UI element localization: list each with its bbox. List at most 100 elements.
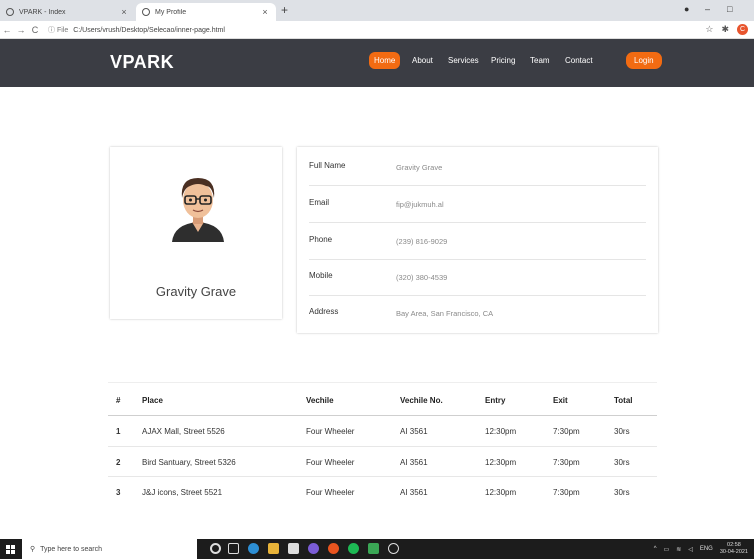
site-header: VPARK Home About Services Pricing Team C… bbox=[0, 39, 754, 87]
nav-contact[interactable]: Contact bbox=[565, 56, 593, 65]
browser-tab-my-profile[interactable]: My Profile × bbox=[136, 3, 276, 21]
detail-value: fip@jukmuh.al bbox=[396, 200, 444, 209]
detail-label: Phone bbox=[309, 235, 333, 244]
record-icon[interactable]: ● bbox=[684, 4, 689, 14]
language-indicator[interactable]: ENG bbox=[700, 546, 713, 552]
detail-row-address: Address Bay Area, San Francisco, CA bbox=[309, 295, 646, 332]
table-cell: Four Wheeler bbox=[306, 458, 355, 467]
table-row: 1 AJAX Mall, Street 5526 Four Wheeler AI… bbox=[108, 416, 657, 446]
taskbar-clock[interactable]: 02:58 30-04-2021 bbox=[720, 542, 748, 556]
column-header: Exit bbox=[553, 396, 568, 405]
detail-value: Gravity Grave bbox=[396, 163, 443, 172]
table-cell: 12:30pm bbox=[485, 488, 517, 497]
back-button[interactable]: ← bbox=[0, 25, 14, 35]
detail-row-phone: Phone (239) 816-9029 bbox=[309, 223, 646, 260]
search-icon: ⚲ bbox=[30, 546, 36, 553]
file-explorer-icon[interactable] bbox=[268, 543, 279, 554]
column-header: Total bbox=[614, 396, 633, 405]
chevron-up-icon[interactable]: ^ bbox=[654, 546, 657, 552]
table-cell: AI 3561 bbox=[400, 427, 428, 436]
column-header: # bbox=[116, 396, 121, 405]
tab-label: My Profile bbox=[155, 8, 187, 16]
brand-logo[interactable]: VPARK bbox=[110, 52, 174, 73]
bookmark-star-icon[interactable]: ☆ bbox=[705, 24, 713, 35]
table-cell: 7:30pm bbox=[553, 458, 580, 467]
detail-label: Full Name bbox=[309, 161, 346, 170]
windows-start-icon[interactable] bbox=[6, 545, 15, 554]
column-header: Place bbox=[142, 396, 163, 405]
nav-team[interactable]: Team bbox=[530, 56, 550, 65]
column-header: Entry bbox=[485, 396, 506, 405]
battery-icon[interactable]: ▭ bbox=[664, 546, 670, 553]
minimize-button[interactable]: – bbox=[705, 4, 710, 14]
detail-row-full-name: Full Name Gravity Grave bbox=[309, 149, 646, 186]
nav-about[interactable]: About bbox=[412, 56, 433, 65]
extensions-icon[interactable]: ✱ bbox=[721, 24, 729, 35]
table-cell: J&J icons, Street 5521 bbox=[142, 488, 223, 497]
browser-tab-vpark-index[interactable]: VPARK - Index × bbox=[0, 3, 135, 21]
detail-label: Mobile bbox=[309, 271, 333, 280]
address-bar-actions: ☆ ✱ C bbox=[705, 24, 748, 35]
task-view-icon[interactable] bbox=[228, 543, 239, 554]
table-cell: 2 bbox=[116, 458, 121, 467]
reload-button[interactable]: C bbox=[28, 25, 42, 35]
settings-gear-icon[interactable] bbox=[388, 543, 399, 554]
table-cell: 30rs bbox=[614, 427, 630, 436]
volume-icon[interactable]: ◁ bbox=[688, 546, 693, 553]
clock-time: 02:58 bbox=[727, 542, 741, 548]
table-cell: Bird Santuary, Street 5326 bbox=[142, 458, 236, 467]
spotify-icon[interactable] bbox=[348, 543, 359, 554]
address-bar: ← → C ⓘ File C:/Users/vrush/Desktop/Sele… bbox=[0, 21, 754, 39]
table-cell: AI 3561 bbox=[400, 488, 428, 497]
cortana-icon[interactable] bbox=[210, 543, 221, 554]
forward-button[interactable]: → bbox=[14, 25, 28, 35]
globe-icon bbox=[142, 8, 150, 16]
new-tab-button[interactable]: + bbox=[281, 3, 288, 17]
url-text: C:/Users/vrush/Desktop/Selecao/inner-pag… bbox=[73, 26, 225, 34]
tab-close-icon[interactable]: × bbox=[260, 7, 270, 17]
table-cell: 1 bbox=[116, 427, 121, 436]
nav-pricing[interactable]: Pricing bbox=[491, 56, 515, 65]
table-row: 3 J&J icons, Street 5521 Four Wheeler AI… bbox=[108, 476, 657, 506]
table-cell: AJAX Mall, Street 5526 bbox=[142, 427, 225, 436]
parking-history-table: # Place Vechile Vechile No. Entry Exit T… bbox=[108, 382, 657, 506]
table-cell: 7:30pm bbox=[553, 427, 580, 436]
profile-details-card: Full Name Gravity Grave Email fip@jukmuh… bbox=[297, 147, 658, 333]
table-cell: 12:30pm bbox=[485, 458, 517, 467]
detail-row-mobile: Mobile (320) 380-4539 bbox=[309, 259, 646, 296]
nav-home[interactable]: Home bbox=[369, 52, 401, 69]
table-cell: Four Wheeler bbox=[306, 488, 355, 497]
profile-card: Gravity Grave bbox=[110, 147, 282, 319]
detail-value: Bay Area, San Francisco, CA bbox=[396, 309, 494, 318]
avatar bbox=[172, 178, 224, 242]
table-row: 2 Bird Santuary, Street 5326 Four Wheele… bbox=[108, 446, 657, 476]
tab-close-icon[interactable]: × bbox=[119, 7, 129, 17]
table-cell: 30rs bbox=[614, 488, 630, 497]
document-app-icon[interactable] bbox=[368, 543, 379, 554]
edge-browser-icon[interactable] bbox=[248, 543, 259, 554]
chrome-icon[interactable] bbox=[328, 543, 339, 554]
wifi-icon[interactable]: ≋ bbox=[676, 546, 681, 553]
column-header: Vechile bbox=[306, 396, 334, 405]
store-icon[interactable] bbox=[288, 543, 299, 554]
login-button[interactable]: Login bbox=[626, 52, 662, 69]
table-cell: 3 bbox=[116, 488, 121, 497]
windows-taskbar: ⚲ Type here to search ^ ▭ ≋ ◁ ENG 02:58 … bbox=[0, 539, 754, 559]
table-cell: 7:30pm bbox=[553, 488, 580, 497]
table-cell: 12:30pm bbox=[485, 427, 517, 436]
table-cell: AI 3561 bbox=[400, 458, 428, 467]
profile-avatar-button[interactable]: C bbox=[737, 24, 748, 35]
detail-row-email: Email fip@jukmuh.al bbox=[309, 186, 646, 223]
table-header-row: # Place Vechile Vechile No. Entry Exit T… bbox=[108, 382, 657, 416]
detail-value: (320) 380-4539 bbox=[396, 273, 448, 282]
table-cell: 30rs bbox=[614, 458, 630, 467]
nav-services[interactable]: Services bbox=[448, 56, 479, 65]
app-icon[interactable] bbox=[308, 543, 319, 554]
maximize-button[interactable]: □ bbox=[727, 4, 732, 14]
detail-label: Email bbox=[309, 198, 330, 207]
url-field[interactable]: ⓘ File C:/Users/vrush/Desktop/Selecao/in… bbox=[48, 25, 225, 35]
system-tray: ^ ▭ ≋ ◁ ENG 02:58 30-04-2021 bbox=[654, 542, 748, 556]
taskbar-search-input[interactable]: ⚲ Type here to search bbox=[22, 539, 197, 559]
clock-date: 30-04-2021 bbox=[719, 549, 748, 555]
site-info-icon[interactable]: ⓘ File bbox=[48, 27, 68, 34]
